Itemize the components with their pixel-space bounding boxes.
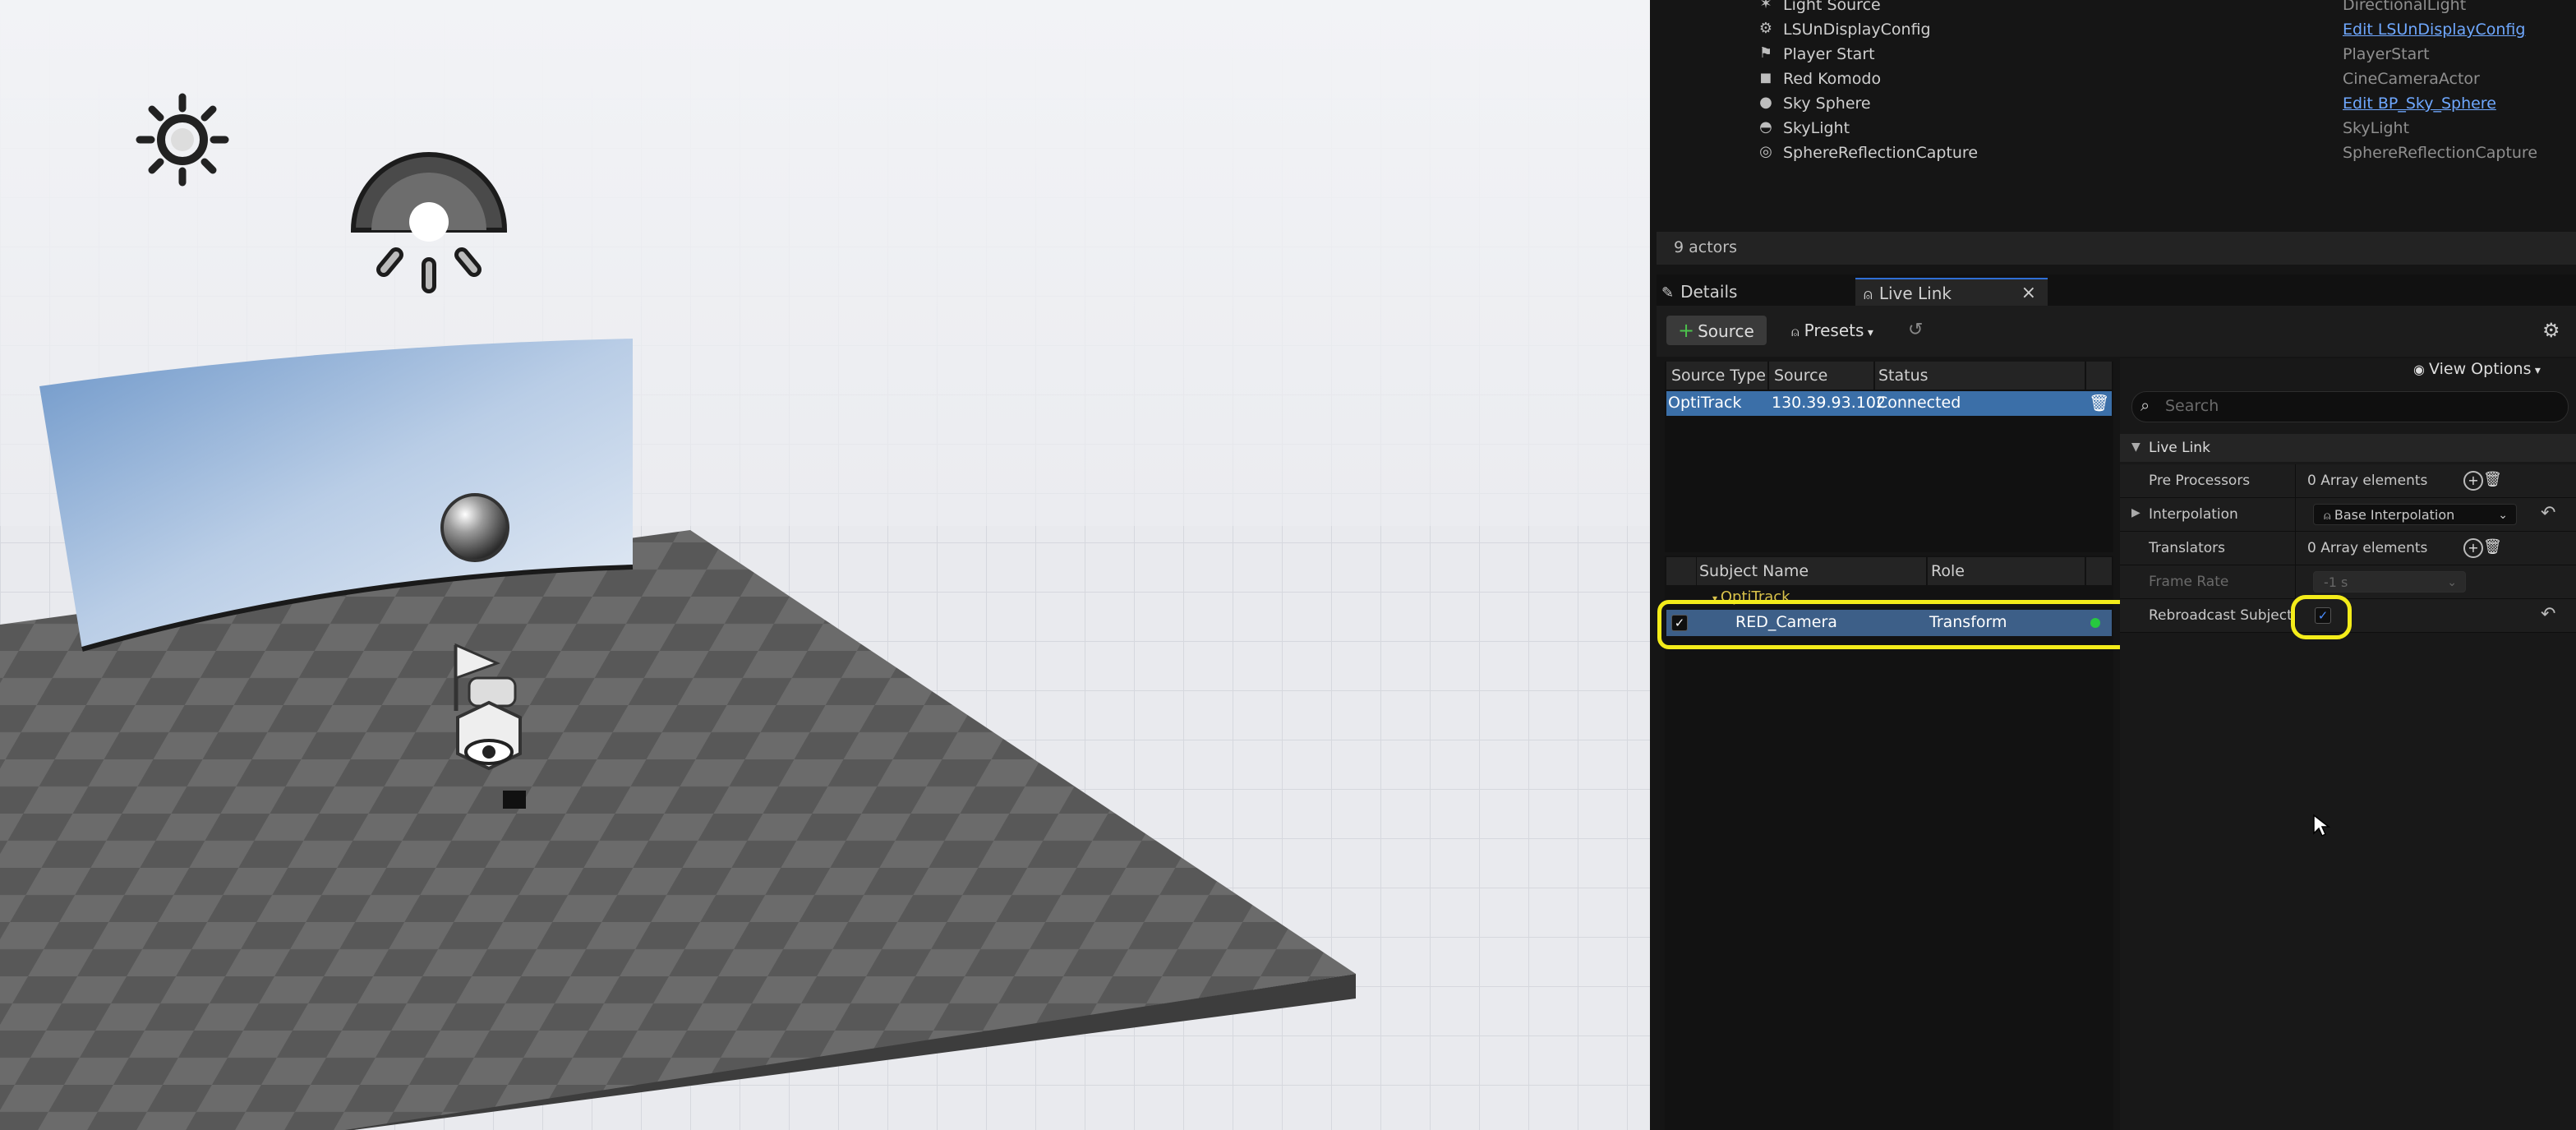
chevron-right-icon[interactable]: ▶ [2131,506,2141,519]
category-livelink[interactable]: ▼ Live Link [2120,434,2576,462]
camera-icon: ◼ [1759,69,1772,86]
header-role[interactable]: Role [1928,557,2085,585]
livelink-icon: ⍝ [1791,324,1800,339]
viewport-scene [0,93,1356,1130]
reset-icon[interactable]: ↶ [2541,604,2555,625]
outliner-row[interactable]: ⚑ Player Start PlayerStart [1650,43,2576,67]
view-options-button[interactable]: ◉ View Options ▾ [2413,360,2541,378]
header-checkbox [1666,557,1697,585]
outliner-row[interactable]: ⚙ LSUnDisplayConfig Edit LSUnDisplayConf… [1650,18,2576,43]
details-search-input[interactable]: ⌕ Search [2131,391,2569,422]
outliner-row[interactable]: ● Sky Sphere Edit BP_Sky_Sphere [1650,92,2576,117]
reflection-icon: ◎ [1759,143,1772,160]
search-icon: ⌕ [2141,395,2150,415]
tab-details[interactable]: ✎ Details [1661,278,1850,306]
light-icon: ✶ [1759,0,1772,12]
close-icon[interactable]: × [2021,279,2036,307]
header-source-type[interactable]: Source Type [1666,362,1768,390]
reflection-sphere [440,493,509,562]
sphere-icon: ● [1759,94,1772,111]
prop-splitter [2295,565,2296,598]
trash-icon[interactable]: 🗑 [2089,393,2109,413]
directional-light-icon [136,93,229,187]
outliner-row[interactable]: ✶ Light Source DirectionalLight [1650,0,2576,18]
source-row[interactable]: OptiTrack 130.39.93.102 Connected 🗑 [1666,391,2112,416]
plus-icon: + [1678,319,1695,342]
chevron-down-icon: ▼ [2131,440,2141,454]
highlight-ring-subject [1657,600,2132,649]
header-status[interactable]: Status [1875,362,2085,390]
outliner-row[interactable]: ◓ SkyLight SkyLight [1650,117,2576,141]
prop-splitter [2295,532,2296,565]
trash-icon[interactable]: 🗑 [2483,538,2502,556]
prop-interpolation: ▶ Interpolation ⍝ Base Interpolation ⌄ ↶ [2120,498,2576,532]
flag-icon: ⚑ [1758,44,1773,62]
frame-rate-dropdown: -1 s ⌄ [2313,571,2466,593]
level-viewport[interactable] [0,0,1650,1130]
gear-icon: ⚙ [1758,20,1773,37]
reset-icon[interactable]: ↶ [2541,503,2555,523]
livelink-icon: ⍝ [2324,510,2334,523]
pencil-icon: ✎ [1661,284,1675,302]
interpolation-dropdown[interactable]: ⍝ Base Interpolation ⌄ [2313,504,2517,525]
prop-pre-processors: Pre Processors 0 Array elements + 🗑 [2120,464,2576,498]
add-element-icon[interactable]: + [2463,471,2483,491]
eye-icon: ◉ [2413,362,2430,377]
chevron-down-icon: ▾ [2531,364,2541,377]
trash-icon[interactable]: 🗑 [2483,471,2502,488]
livelink-icon: ⍝ [1864,286,1873,303]
header-actions [2086,362,2113,390]
skylight-icon: ◓ [1759,118,1772,136]
highlight-ring-checkbox [2291,595,2352,639]
add-source-button[interactable]: + Source [1666,316,1767,345]
chevron-down-icon: ⌄ [2447,576,2457,589]
chevron-down-icon: ▾ [1864,326,1873,339]
outliner-row[interactable]: ◼ Red Komodo CineCameraActor [1650,67,2576,92]
sources-panel [1665,362,2113,552]
prop-splitter [2295,498,2296,531]
add-element-icon[interactable]: + [2463,538,2483,558]
prop-frame-rate: Frame Rate -1 s ⌄ [2120,565,2576,599]
actor-count: 9 actors [1674,238,1738,256]
tab-livelink[interactable]: ⍝ Live Link × [1855,278,2048,307]
settings-gear-icon[interactable]: ⚙ [2542,316,2567,345]
camera-mesh [503,791,526,809]
prop-splitter [2295,464,2296,497]
camera-actor-icon [456,700,522,771]
header-spacer [2086,557,2113,585]
mouse-cursor-icon [2313,814,2330,837]
chevron-down-icon: ⌄ [2498,509,2508,522]
revert-icon[interactable]: ↺ [1908,316,1933,345]
outliner-row[interactable]: ◎ SphereReflectionCapture SphereReflecti… [1650,141,2576,166]
skylight-icon [350,152,508,293]
header-source-machine[interactable]: Source Mach [1769,362,1874,413]
presets-button[interactable]: ⍝ Presets ▾ [1791,316,1890,345]
prop-translators: Translators 0 Array elements + 🗑 [2120,532,2576,565]
header-subject-name[interactable]: Subject Name [1697,557,1927,585]
outliner-status-bar [1657,232,2576,265]
